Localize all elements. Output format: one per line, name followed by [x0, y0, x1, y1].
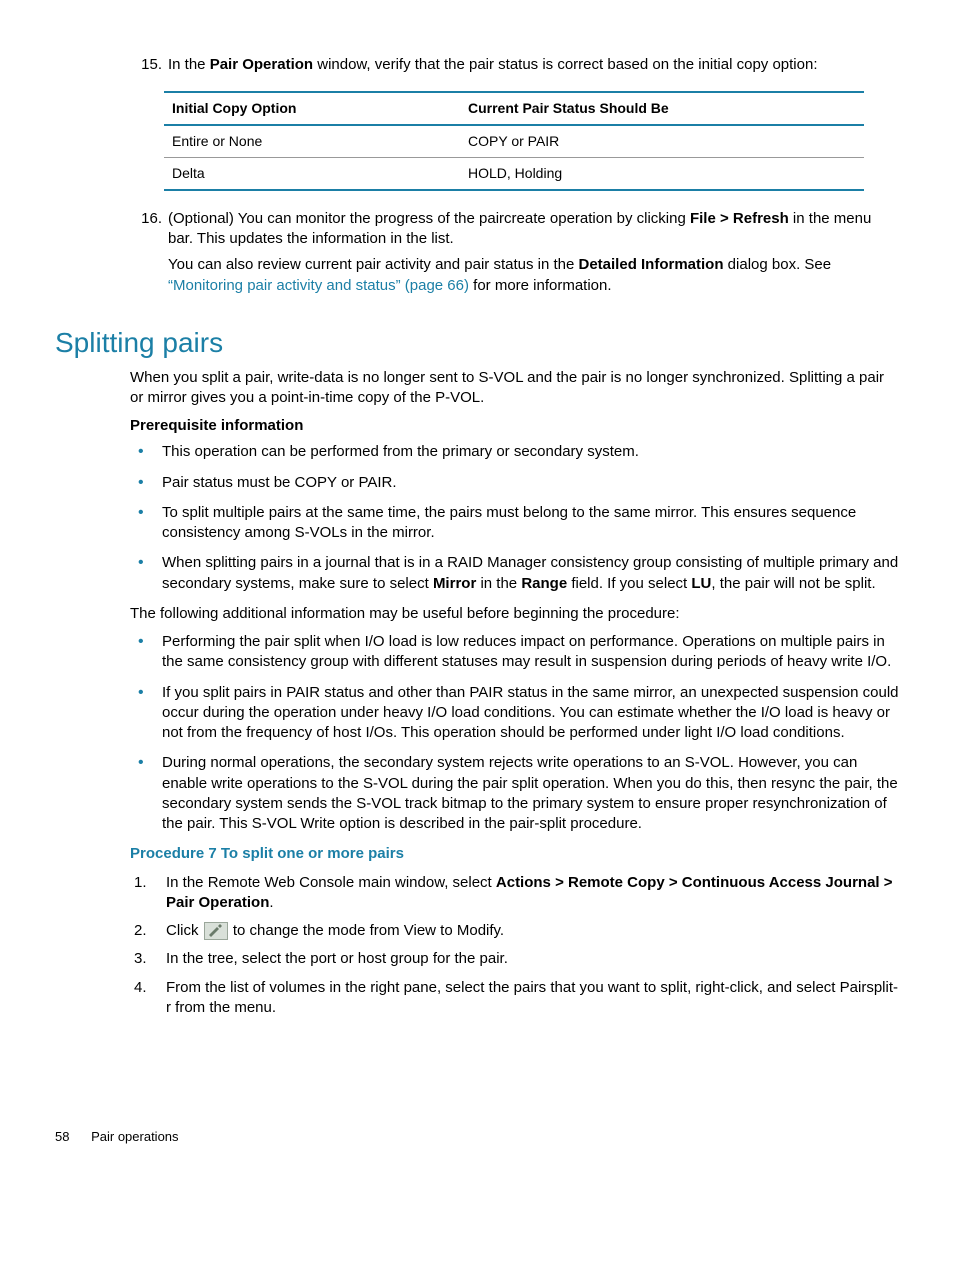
paragraph: The following additional information may… [130, 604, 899, 624]
text: Click [166, 922, 203, 939]
paragraph: When you split a pair, write-data is no … [130, 368, 899, 409]
list-item: This operation can be performed from the… [130, 442, 899, 462]
bold-text: LU [691, 575, 711, 592]
modify-mode-icon [204, 922, 228, 940]
additional-list: Performing the pair split when I/O load … [130, 632, 899, 834]
bold-text: Range [521, 575, 567, 592]
bold-text: Mirror [433, 575, 476, 592]
procedure-list: 1. In the Remote Web Console main window… [130, 873, 899, 1019]
text: , the pair will not be split. [711, 575, 875, 592]
step-body: (Optional) You can monitor the progress … [168, 209, 899, 302]
step-body: In the Pair Operation window, verify tha… [168, 55, 899, 81]
step-body: In the Remote Web Console main window, s… [166, 873, 899, 914]
list-item: To split multiple pairs at the same time… [130, 503, 899, 544]
step-body: From the list of volumes in the right pa… [166, 978, 899, 1019]
table-cell: Delta [164, 158, 460, 190]
text: In the Remote Web Console main window, s… [166, 874, 496, 891]
text: for more information. [469, 277, 612, 294]
step-number: 1. [130, 873, 166, 914]
bold-text: File > Refresh [690, 210, 789, 227]
step-body: In the tree, select the port or host gro… [166, 949, 899, 969]
step-number: 15. [130, 55, 168, 81]
step-number: 2. [130, 921, 166, 941]
text: dialog box. See [724, 256, 832, 273]
text: field. If you select [567, 575, 691, 592]
page-number: 58 [55, 1128, 69, 1146]
procedure-heading: Procedure 7 To split one or more pairs [130, 844, 899, 864]
text: You can also review current pair activit… [168, 256, 579, 273]
list-item: Pair status must be COPY or PAIR. [130, 473, 899, 493]
top-steps-cont: 16. (Optional) You can monitor the progr… [130, 209, 899, 302]
subheading: Prerequisite information [130, 416, 899, 436]
footer-section: Pair operations [91, 1129, 178, 1144]
section-body: When you split a pair, write-data is no … [130, 368, 899, 1019]
step-body: Click to change the mode from View to Mo… [166, 921, 899, 941]
table-cell: COPY or PAIR [460, 125, 864, 157]
procedure-step: 2. Click to change the mode from View to… [130, 921, 899, 941]
table-row: Delta HOLD, Holding [164, 158, 864, 190]
table-cell: HOLD, Holding [460, 158, 864, 190]
text: in the [476, 575, 521, 592]
page-footer: 58 Pair operations [55, 1128, 899, 1146]
step-15: 15. In the Pair Operation window, verify… [130, 55, 899, 81]
step-16: 16. (Optional) You can monitor the progr… [130, 209, 899, 302]
procedure-step: 4. From the list of volumes in the right… [130, 978, 899, 1019]
list-item: When splitting pairs in a journal that i… [130, 553, 899, 594]
list-item: During normal operations, the secondary … [130, 753, 899, 834]
table-row: Entire or None COPY or PAIR [164, 125, 864, 157]
text: (Optional) You can monitor the progress … [168, 210, 690, 227]
text: window, verify that the pair status is c… [313, 56, 817, 73]
text: . [269, 894, 273, 911]
list-item: Performing the pair split when I/O load … [130, 632, 899, 673]
table-header: Current Pair Status Should Be [460, 92, 864, 125]
step-number: 3. [130, 949, 166, 969]
prereq-list: This operation can be performed from the… [130, 442, 899, 594]
top-steps: 15. In the Pair Operation window, verify… [130, 55, 899, 81]
text: to change the mode from View to Modify. [229, 922, 504, 939]
step-number: 4. [130, 978, 166, 1019]
step-number: 16. [130, 209, 168, 302]
procedure-step: 3. In the tree, select the port or host … [130, 949, 899, 969]
bold-text: Pair Operation [210, 56, 313, 73]
table-cell: Entire or None [164, 125, 460, 157]
bold-text: Detailed Information [579, 256, 724, 273]
procedure-step: 1. In the Remote Web Console main window… [130, 873, 899, 914]
cross-ref-link[interactable]: “Monitoring pair activity and status” (p… [168, 277, 469, 294]
table-header: Initial Copy Option [164, 92, 460, 125]
text: In the [168, 56, 210, 73]
list-item: If you split pairs in PAIR status and ot… [130, 683, 899, 744]
copy-option-table: Initial Copy Option Current Pair Status … [164, 91, 864, 191]
section-heading: Splitting pairs [55, 324, 899, 362]
